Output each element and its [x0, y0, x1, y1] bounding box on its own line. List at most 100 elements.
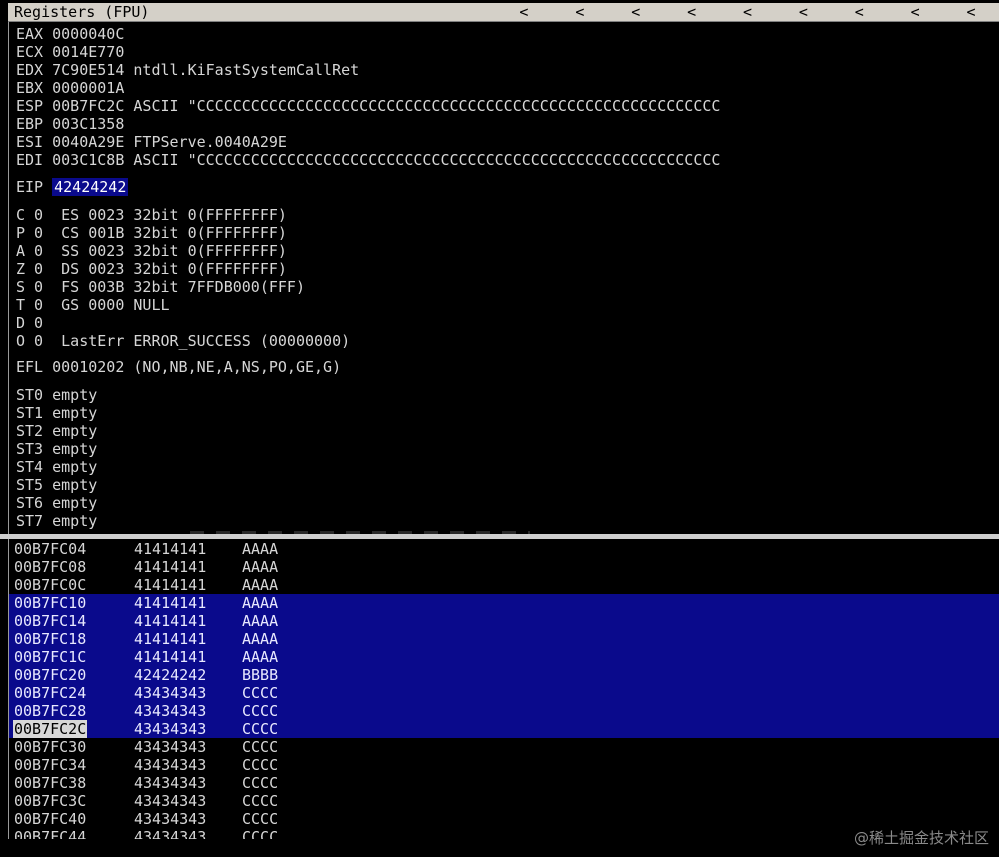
segment-info: NULL: [133, 296, 170, 314]
stack-row[interactable]: 00B7FC30 43434343 CCCC: [9, 738, 999, 756]
scroll-left-arrow-button[interactable]: <: [552, 3, 608, 22]
flag-bit: P 0: [16, 224, 44, 242]
flag-row[interactable]: S 0 FS 003B 32bit 7FFDB000(FFF): [16, 278, 305, 296]
stack-pane[interactable]: 00B7FC04 41414141 AAAA 00B7FC08 41414141 AAAA…: [8, 539, 999, 839]
register-row-edi[interactable]: EDI 003C1C8B ASCII "CCCCCCCCCCCCCCCCCCCC…: [16, 151, 720, 169]
segment-info: ERROR_SUCCESS (00000000): [133, 332, 351, 350]
stack-value: 41414141: [134, 648, 207, 666]
scroll-left-arrow-button[interactable]: <: [664, 3, 720, 22]
stack-row[interactable]: 00B7FC0C 41414141 AAAA: [9, 576, 999, 594]
stack-row[interactable]: 00B7FC10 41414141 AAAA: [9, 594, 999, 612]
fpu-register-value: empty: [52, 386, 98, 404]
scroll-left-arrow-button[interactable]: <: [720, 3, 776, 22]
stack-value: 41414141: [134, 594, 207, 612]
stack-row[interactable]: 00B7FC28 43434343 CCCC: [9, 702, 999, 720]
stack-value: 43434343: [134, 720, 207, 738]
register-row-eip[interactable]: EIP 42424242: [16, 178, 129, 196]
stack-value: 43434343: [134, 792, 207, 810]
fpu-register-row[interactable]: ST0 empty: [16, 386, 97, 404]
stack-ascii: AAAA: [242, 576, 279, 594]
flag-row[interactable]: O 0 LastErr ERROR_SUCCESS (00000000): [16, 332, 350, 350]
stack-value: 41414141: [134, 576, 207, 594]
flag-row[interactable]: Z 0 DS 0023 32bit 0(FFFFFFFF): [16, 260, 287, 278]
stack-value: 43434343: [134, 774, 207, 792]
fpu-register-row[interactable]: ST2 empty: [16, 422, 97, 440]
scroll-left-arrow-button[interactable]: <: [831, 3, 887, 22]
register-comment: ASCII "CCCCCCCCCCCCCCCCCCCCCCCCCCCCCCCCC…: [133, 97, 721, 115]
flag-row[interactable]: P 0 CS 001B 32bit 0(FFFFFFFF): [16, 224, 287, 242]
register-row-esi[interactable]: ESI 0040A29E FTPServe.0040A29E: [16, 133, 287, 151]
register-row-efl[interactable]: EFL 00010202 (NO,NB,NE,A,NS,PO,GE,G): [16, 358, 341, 376]
stack-value: 43434343: [134, 684, 207, 702]
stack-row[interactable]: 00B7FC40 43434343 CCCC: [9, 810, 999, 828]
flag-bit: D 0: [16, 314, 44, 332]
stack-value: 41414141: [134, 558, 207, 576]
segment-info: 32bit 0(FFFFFFFF): [133, 206, 287, 224]
fpu-register-value: empty: [52, 458, 98, 476]
fpu-register-row[interactable]: ST4 empty: [16, 458, 97, 476]
stack-row[interactable]: 00B7FC34 43434343 CCCC: [9, 756, 999, 774]
watermark: @稀土掘金技术社区: [853, 829, 989, 847]
stack-ascii: CCCC: [242, 810, 279, 828]
registers-title-bar[interactable]: Registers (FPU) < < < < < < < < <: [8, 3, 999, 22]
stack-row[interactable]: 00B7FC38 43434343 CCCC: [9, 774, 999, 792]
registers-pane[interactable]: EAX 0000040C ECX 0014E770 EDX 7C90E514 ntd…: [8, 22, 999, 534]
flag-row[interactable]: C 0 ES 0023 32bit 0(FFFFFFFF): [16, 206, 287, 224]
flag-row[interactable]: T 0 GS 0000 NULL: [16, 296, 170, 314]
stack-row[interactable]: 00B7FC1C 41414141 AAAA: [9, 648, 999, 666]
register-value: 0000040C: [52, 25, 125, 43]
fpu-register-row[interactable]: ST6 empty: [16, 494, 97, 512]
scroll-left-arrow-button[interactable]: <: [775, 3, 831, 22]
register-value: 00010202: [52, 358, 125, 376]
register-row-eax[interactable]: EAX 0000040C: [16, 25, 124, 43]
fpu-register-name: ST6: [16, 494, 44, 512]
stack-row[interactable]: 00B7FC14 41414141 AAAA: [9, 612, 999, 630]
stack-row[interactable]: 00B7FC20 42424242 BBBB: [9, 666, 999, 684]
stack-ascii: AAAA: [242, 630, 279, 648]
register-row-ebp[interactable]: EBP 003C1358: [16, 115, 124, 133]
stack-ascii: CCCC: [242, 756, 279, 774]
stack-row[interactable]: 00B7FC24 43434343 CCCC: [9, 684, 999, 702]
stack-ascii: AAAA: [242, 540, 279, 558]
fpu-register-row[interactable]: ST1 empty: [16, 404, 97, 422]
stack-ascii: CCCC: [242, 720, 279, 738]
register-name: ESP: [16, 97, 44, 115]
segment-info: 32bit 0(FFFFFFFF): [133, 242, 287, 260]
stack-address: 00B7FC14: [14, 612, 87, 630]
stack-row[interactable]: 00B7FC3C 43434343 CCCC: [9, 792, 999, 810]
stack-row[interactable]: 00B7FC04 41414141 AAAA: [9, 540, 999, 558]
flag-bit: Z 0: [16, 260, 44, 278]
register-row-ebx[interactable]: EBX 0000001A: [16, 79, 124, 97]
flag-bit: S 0: [16, 278, 44, 296]
fpu-register-row[interactable]: ST3 empty: [16, 440, 97, 458]
fpu-register-value: empty: [52, 440, 98, 458]
fpu-register-row[interactable]: ST5 empty: [16, 476, 97, 494]
segment-register: CS 001B: [61, 224, 125, 242]
stack-row[interactable]: 00B7FC18 41414141 AAAA: [9, 630, 999, 648]
scroll-left-arrow-button[interactable]: <: [887, 3, 943, 22]
register-row-edx[interactable]: EDX 7C90E514 ntdll.KiFastSystemCallRet: [16, 61, 359, 79]
stack-ascii: CCCC: [242, 684, 279, 702]
register-value: 003C1C8B: [52, 151, 125, 169]
scroll-left-arrow-button[interactable]: <: [608, 3, 664, 22]
register-row-ecx[interactable]: ECX 0014E770: [16, 43, 124, 61]
fpu-register-row[interactable]: ST7 empty: [16, 512, 97, 530]
stack-address: 00B7FC38: [14, 774, 87, 792]
stack-row[interactable]: 00B7FC08 41414141 AAAA: [9, 558, 999, 576]
stack-address: 00B7FC18: [14, 630, 87, 648]
stack-row[interactable]: 00B7FC44 43434343 CCCC: [9, 828, 999, 839]
register-value: 0040A29E: [52, 133, 125, 151]
stack-ascii: CCCC: [242, 702, 279, 720]
stack-address: 00B7FC0C: [14, 576, 87, 594]
stack-ascii: CCCC: [242, 738, 279, 756]
flag-row[interactable]: D 0: [16, 314, 61, 332]
stack-address: 00B7FC08: [14, 558, 87, 576]
register-value: 0000001A: [52, 79, 125, 97]
scroll-left-arrow-button[interactable]: <: [943, 3, 999, 22]
stack-address: 00B7FC04: [14, 540, 87, 558]
stack-address: 00B7FC34: [14, 756, 87, 774]
stack-row[interactable]: 00B7FC2C 43434343 CCCC: [9, 720, 999, 738]
scroll-left-arrow-button[interactable]: <: [496, 3, 552, 22]
flag-row[interactable]: A 0 SS 0023 32bit 0(FFFFFFFF): [16, 242, 287, 260]
register-row-esp[interactable]: ESP 00B7FC2C ASCII "CCCCCCCCCCCCCCCCCCCC…: [16, 97, 720, 115]
